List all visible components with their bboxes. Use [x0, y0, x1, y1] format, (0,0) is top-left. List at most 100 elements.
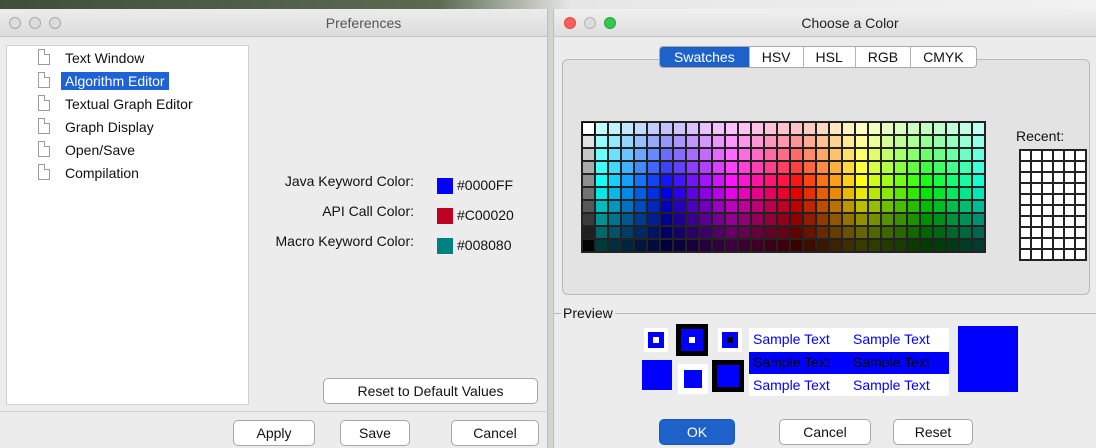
recent-cell[interactable]: [1064, 227, 1075, 238]
swatch-cell[interactable]: [777, 213, 790, 226]
swatch-cell[interactable]: [829, 187, 842, 200]
swatch-cell[interactable]: [933, 187, 946, 200]
swatch-cell[interactable]: [777, 174, 790, 187]
swatch-cell[interactable]: [751, 187, 764, 200]
swatch-cell[interactable]: [790, 135, 803, 148]
swatch-cell[interactable]: [816, 161, 829, 174]
swatch-cell[interactable]: [686, 239, 699, 252]
swatch-cell[interactable]: [673, 200, 686, 213]
swatch-cell[interactable]: [647, 226, 660, 239]
swatch-cell[interactable]: [829, 226, 842, 239]
swatch-cell[interactable]: [959, 187, 972, 200]
swatch-cell[interactable]: [764, 226, 777, 239]
recent-cell[interactable]: [1075, 238, 1086, 249]
swatch-cell[interactable]: [725, 174, 738, 187]
recent-cell[interactable]: [1064, 183, 1075, 194]
swatch-cell[interactable]: [868, 135, 881, 148]
close-icon[interactable]: [9, 17, 21, 29]
recent-cell[interactable]: [1020, 194, 1031, 205]
recent-cell[interactable]: [1053, 194, 1064, 205]
swatch-cell[interactable]: [816, 135, 829, 148]
recent-cell[interactable]: [1020, 238, 1031, 249]
swatch-cell[interactable]: [686, 187, 699, 200]
swatch-cell[interactable]: [712, 148, 725, 161]
swatch-cell[interactable]: [946, 213, 959, 226]
swatch-cell[interactable]: [582, 174, 595, 187]
swatch-cell[interactable]: [842, 161, 855, 174]
swatch-cell[interactable]: [751, 213, 764, 226]
recent-cell[interactable]: [1053, 238, 1064, 249]
swatch-cell[interactable]: [673, 226, 686, 239]
swatch-cell[interactable]: [946, 226, 959, 239]
swatch-cell[interactable]: [933, 148, 946, 161]
reset-button[interactable]: Reset: [893, 419, 973, 445]
recent-cell[interactable]: [1053, 205, 1064, 216]
swatch-cell[interactable]: [946, 122, 959, 135]
swatch-cell[interactable]: [907, 122, 920, 135]
swatch-cell[interactable]: [595, 200, 608, 213]
swatch-cell[interactable]: [699, 187, 712, 200]
recent-cell[interactable]: [1042, 249, 1053, 260]
swatch-grid[interactable]: [581, 121, 986, 253]
swatch-cell[interactable]: [803, 213, 816, 226]
swatch-cell[interactable]: [712, 213, 725, 226]
swatch-cell[interactable]: [894, 148, 907, 161]
swatch-cell[interactable]: [855, 122, 868, 135]
swatch-cell[interactable]: [738, 213, 751, 226]
swatch-cell[interactable]: [608, 226, 621, 239]
cancel-button[interactable]: Cancel: [779, 419, 871, 445]
recent-cell[interactable]: [1053, 150, 1064, 161]
swatch-cell[interactable]: [647, 239, 660, 252]
swatch-cell[interactable]: [790, 187, 803, 200]
swatch-cell[interactable]: [686, 174, 699, 187]
recent-cell[interactable]: [1042, 227, 1053, 238]
swatch-cell[interactable]: [829, 161, 842, 174]
recent-cell[interactable]: [1031, 249, 1042, 260]
swatch-cell[interactable]: [686, 122, 699, 135]
swatch-cell[interactable]: [582, 161, 595, 174]
recent-cell[interactable]: [1053, 216, 1064, 227]
swatch-cell[interactable]: [608, 200, 621, 213]
swatch-cell[interactable]: [764, 122, 777, 135]
swatch-cell[interactable]: [647, 187, 660, 200]
swatch-cell[interactable]: [894, 174, 907, 187]
swatch-cell[interactable]: [647, 161, 660, 174]
swatch-cell[interactable]: [621, 148, 634, 161]
swatch-cell[interactable]: [738, 135, 751, 148]
swatch-cell[interactable]: [764, 213, 777, 226]
swatch-cell[interactable]: [673, 122, 686, 135]
recent-cell[interactable]: [1020, 150, 1031, 161]
swatch-cell[interactable]: [959, 213, 972, 226]
swatch-cell[interactable]: [673, 174, 686, 187]
swatch-cell[interactable]: [790, 213, 803, 226]
tab-hsl[interactable]: HSL: [802, 47, 855, 67]
swatch-cell[interactable]: [634, 174, 647, 187]
swatch-cell[interactable]: [855, 239, 868, 252]
swatch-cell[interactable]: [894, 213, 907, 226]
swatch-cell[interactable]: [868, 213, 881, 226]
swatch-cell[interactable]: [881, 135, 894, 148]
swatch-cell[interactable]: [868, 174, 881, 187]
swatch-cell[interactable]: [673, 135, 686, 148]
swatch-cell[interactable]: [829, 213, 842, 226]
swatch-cell[interactable]: [946, 148, 959, 161]
swatch-cell[interactable]: [920, 226, 933, 239]
swatch-cell[interactable]: [959, 226, 972, 239]
swatch-cell[interactable]: [803, 226, 816, 239]
recent-cell[interactable]: [1020, 161, 1031, 172]
swatch-cell[interactable]: [816, 200, 829, 213]
swatch-cell[interactable]: [972, 148, 985, 161]
swatch-cell[interactable]: [972, 187, 985, 200]
swatch-cell[interactable]: [803, 187, 816, 200]
swatch-cell[interactable]: [933, 200, 946, 213]
swatch-cell[interactable]: [881, 200, 894, 213]
swatch-cell[interactable]: [959, 174, 972, 187]
swatch-cell[interactable]: [972, 122, 985, 135]
swatch-cell[interactable]: [946, 174, 959, 187]
recent-cell[interactable]: [1031, 161, 1042, 172]
swatch-cell[interactable]: [920, 122, 933, 135]
swatch-cell[interactable]: [686, 135, 699, 148]
swatch-cell[interactable]: [868, 239, 881, 252]
swatch-cell[interactable]: [816, 239, 829, 252]
swatch-cell[interactable]: [751, 148, 764, 161]
